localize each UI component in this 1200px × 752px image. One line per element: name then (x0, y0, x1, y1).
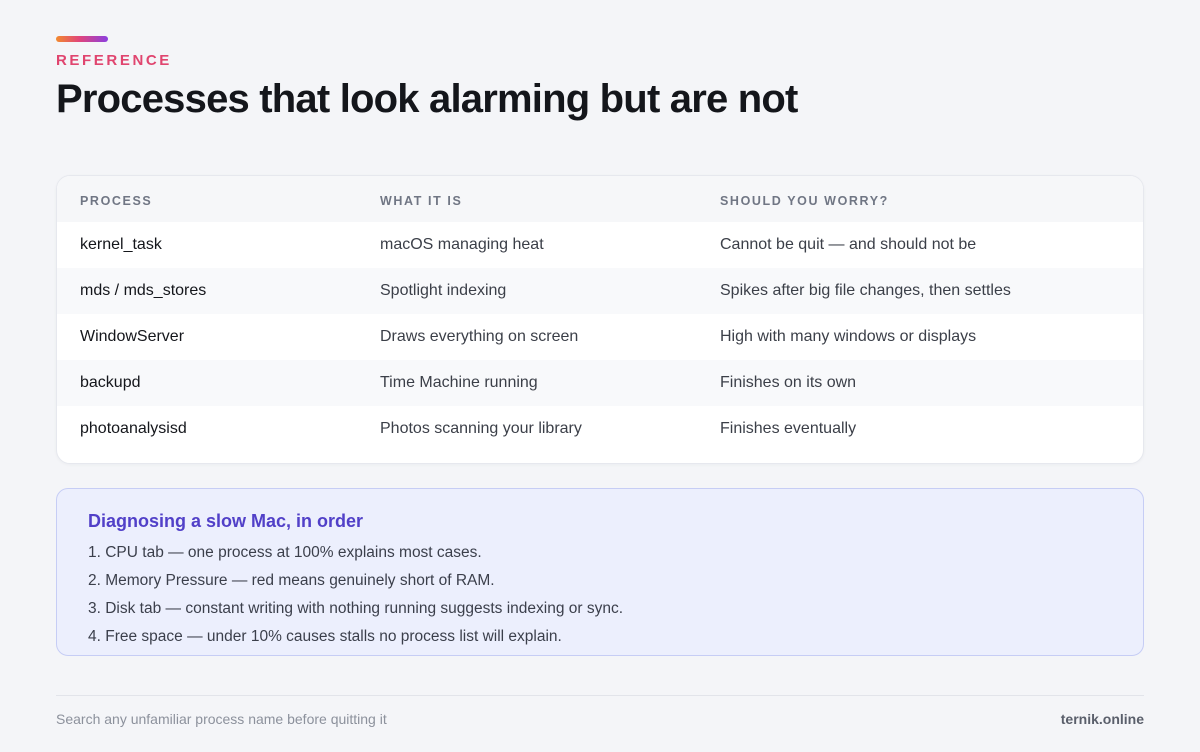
worry-note: Spikes after big file changes, then sett… (720, 282, 1011, 299)
table-row: backupd Time Machine running Finishes on… (57, 360, 1143, 406)
column-header-what: WHAT IT IS (380, 194, 463, 208)
process-description: Photos scanning your library (380, 420, 582, 437)
worry-note: Cannot be quit — and should not be (720, 236, 977, 253)
column-header-worry: SHOULD YOU WORRY? (720, 194, 889, 208)
accent-bar (56, 36, 108, 42)
process-name: mds / mds_stores (80, 282, 207, 299)
process-name: kernel_task (80, 236, 162, 253)
diagnosis-title: Diagnosing a slow Mac, in order (88, 511, 364, 531)
process-description: Spotlight indexing (380, 282, 507, 299)
diagnosis-callout: Diagnosing a slow Mac, in order 1. CPU t… (56, 488, 1144, 656)
table-row: photoanalysisd Photos scanning your libr… (57, 406, 1143, 452)
diagnosis-step: 3. Disk tab — constant writing with noth… (88, 600, 624, 617)
worry-note: Finishes on its own (720, 374, 857, 391)
process-description: Time Machine running (380, 374, 538, 391)
diagnosis-step: 2. Memory Pressure — red means genuinely… (88, 572, 495, 589)
process-name: photoanalysisd (80, 420, 187, 437)
table-row: mds / mds_stores Spotlight indexing Spik… (57, 268, 1143, 314)
process-name: WindowServer (80, 328, 185, 345)
process-name: backupd (80, 374, 141, 391)
process-table: PROCESS WHAT IT IS SHOULD YOU WORRY? ker… (56, 175, 1144, 464)
diagnosis-step: 1. CPU tab — one process at 100% explain… (88, 544, 482, 561)
diagnosis-steps: 1. CPU tab — one process at 100% explain… (88, 544, 623, 656)
footer-brand: ternik.online (1060, 711, 1144, 727)
worry-note: Finishes eventually (720, 420, 857, 437)
diagnosis-step: 4. Free space — under 10% causes stalls … (88, 628, 562, 645)
section-eyebrow: REFERENCE (56, 52, 172, 69)
footer-note: Search any unfamiliar process name befor… (56, 711, 387, 727)
table-header: PROCESS WHAT IT IS SHOULD YOU WORRY? (57, 176, 1143, 222)
footer-divider (56, 695, 1144, 696)
page-title: Processes that look alarming but are not (56, 77, 798, 121)
process-description: macOS managing heat (380, 236, 544, 253)
column-header-process: PROCESS (80, 194, 153, 208)
worry-note: High with many windows or displays (720, 328, 977, 345)
process-description: Draws everything on screen (380, 328, 579, 345)
table-row: kernel_task macOS managing heat Cannot b… (57, 222, 1143, 268)
table-row: WindowServer Draws everything on screen … (57, 314, 1143, 360)
